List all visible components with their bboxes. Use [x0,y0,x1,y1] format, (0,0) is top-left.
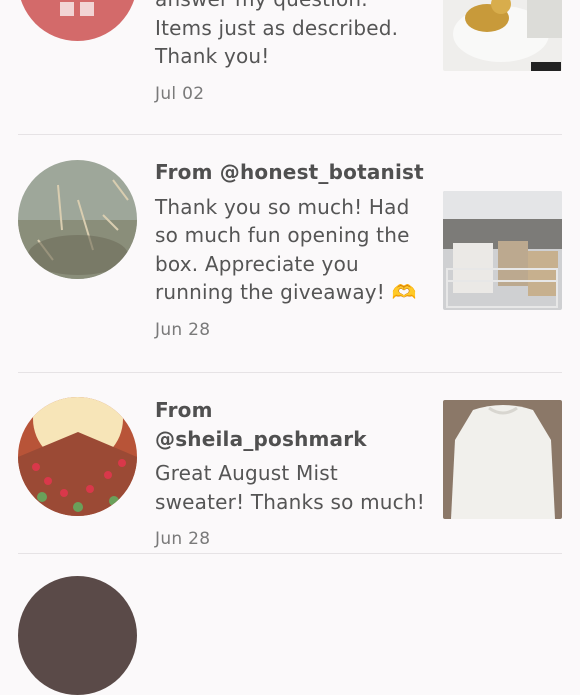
reviewer-avatar[interactable] [18,397,137,516]
review-message: Great August Mist sweater! Thanks so muc… [155,459,425,516]
listing-thumbnail[interactable] [443,191,562,310]
reviews-feed: answer my question. Items just as descri… [0,0,580,695]
message-line: Great August Mist [155,461,338,485]
reviewer-username[interactable]: From @honest_botanist [155,158,425,187]
message-line: so much fun opening the [155,223,410,247]
review-message: Thank you so much! Had so much fun openi… [155,193,425,307]
message-line: Items just as described. [155,15,399,40]
message-line: box. Appreciate you [155,251,359,276]
listing-thumbnail[interactable] [443,0,562,71]
divider [18,134,562,135]
review-message: answer my question. Items just as descri… [155,0,425,71]
reviewer-avatar[interactable] [18,0,137,41]
reviewer-avatar[interactable] [18,576,137,695]
review-body: From @sheila_poshmark Great August Mist … [155,396,425,554]
message-line: sweater! Thanks so much! [155,489,425,514]
divider [18,553,562,554]
review-date: Jun 28 [155,319,211,340]
reviewer-username[interactable]: From @sheila_poshmark [155,396,425,453]
reviewer-avatar[interactable] [18,160,137,279]
review-body: answer my question. Items just as descri… [155,0,425,108]
listing-thumbnail[interactable] [443,400,562,519]
divider [18,372,562,373]
message-line: running the giveaway! 🫶 [155,280,417,304]
message-line: answer my question. [155,0,425,14]
review-date: Jun 28 [155,529,211,549]
review-date: Jul 02 [155,83,205,104]
review-body: From @honest_botanist Thank you so much!… [155,158,425,344]
message-line: Thank you! [155,44,270,68]
message-line: Thank you so much! Had [155,194,410,219]
